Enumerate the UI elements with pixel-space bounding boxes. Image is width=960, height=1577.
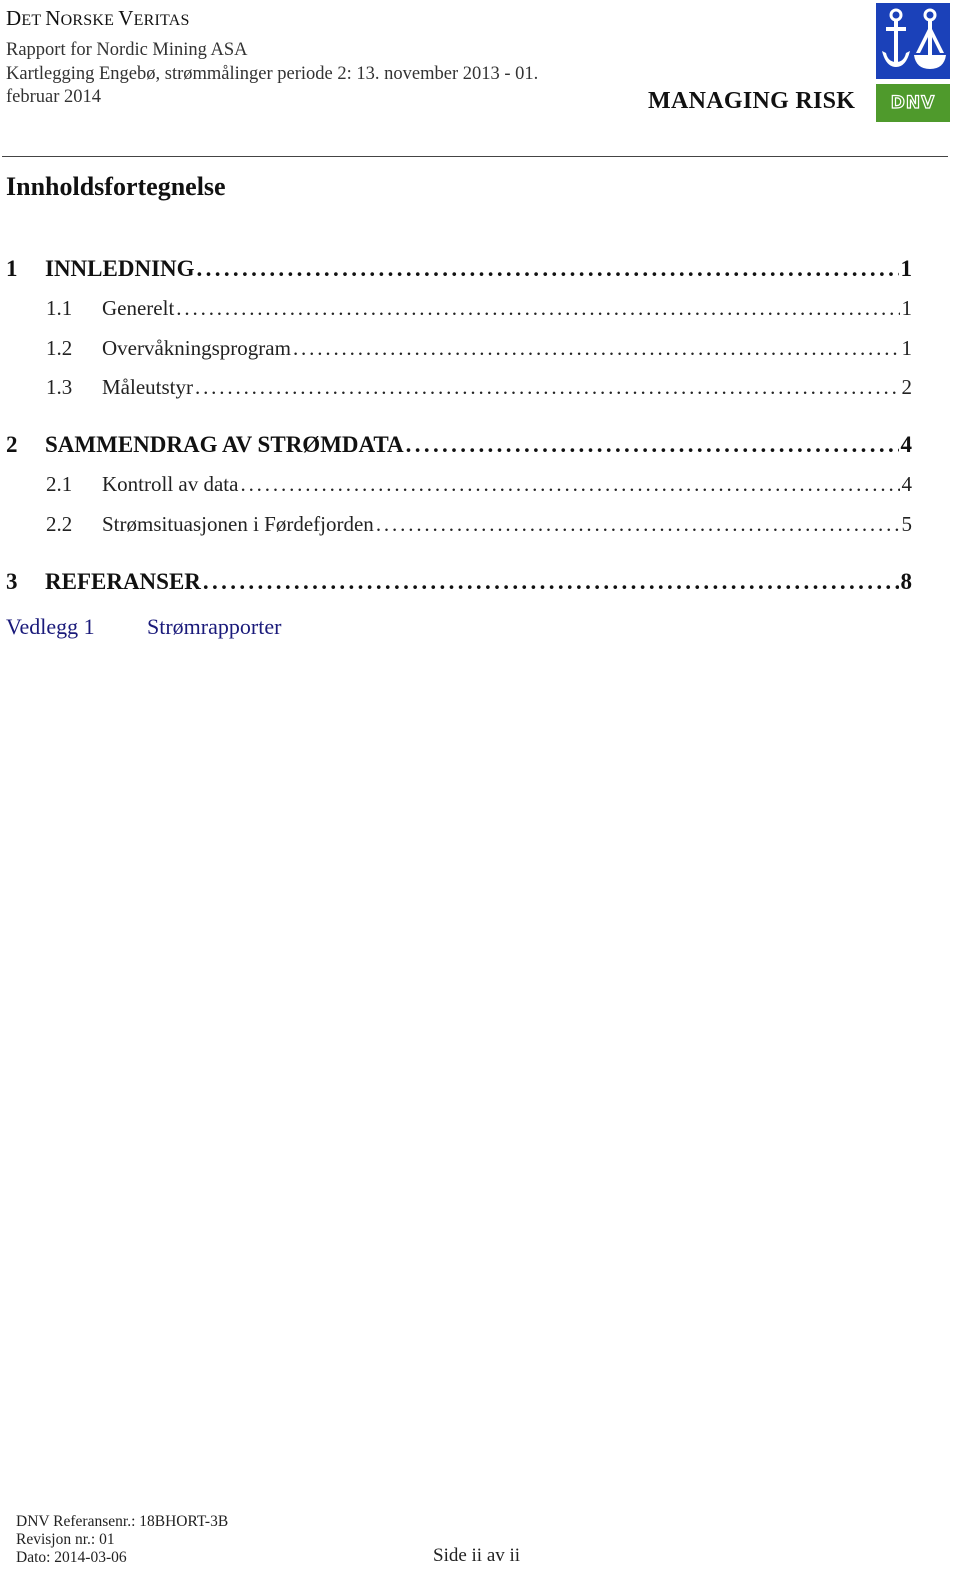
toc-entry[interactable]: 2.2 Strømsituasjonen i Førdefjorden 5 [0, 512, 912, 542]
toc-entry-label: REFERANSER [45, 569, 201, 594]
toc-entry[interactable]: 1.1 Generelt 1 [0, 296, 912, 326]
toc-entry-label: Strømsituasjonen i Førdefjorden [102, 512, 374, 536]
report-title-line1: Kartlegging Engebø, strømmålinger period… [6, 64, 539, 84]
toc-entry-label: Måleutstyr [102, 375, 193, 399]
toc-entry-page: 4 [900, 432, 913, 457]
report-title-line2: februar 2014 [6, 87, 102, 107]
toc-entry-label: Overvåkningsprogram [102, 336, 291, 360]
toc-entry-number: 1.2 [46, 336, 73, 360]
company-name-initial: D [6, 6, 22, 30]
toc-entry[interactable]: 1 INNLEDNING 1 [0, 256, 912, 286]
toc-entry-label: Kontroll av data [102, 472, 239, 496]
toc-entry[interactable]: 3 REFERANSER 8 [0, 569, 912, 599]
toc-title: Innholdsfortegnelse [6, 172, 226, 201]
toc-leader-dots [195, 375, 900, 400]
toc-entry-page: 1 [900, 256, 913, 281]
toc-entry-page: 4 [901, 472, 913, 496]
toc-leader-dots [406, 432, 899, 458]
company-name-part: ET [21, 12, 46, 29]
company-name-part: ERITAS [133, 12, 190, 29]
toc-entry-number: 2.1 [46, 472, 73, 496]
company-name: DET NORSKE VERITAS [6, 6, 190, 31]
toc-entry-label: INNLEDNING [45, 256, 195, 281]
toc-entry-label: SAMMENDRAG AV STRØMDATA [45, 432, 404, 457]
company-name-part: ORSKE [60, 12, 119, 29]
report-for: Rapport for Nordic Mining ASA [6, 40, 248, 60]
toc-entry-number: 1.1 [46, 296, 73, 320]
toc-entry-page: 1 [901, 336, 913, 360]
toc-entry[interactable]: 2.1 Kontroll av data 4 [0, 472, 912, 502]
footer-reference: DNV Referansenr.: 18BHORT-3B [16, 1513, 229, 1530]
toc-entry-page: 8 [900, 569, 913, 594]
footer-revision: Revisjon nr.: 01 [16, 1531, 115, 1548]
toc-entry-number: 3 [6, 569, 18, 594]
toc-entry-number: 2 [6, 432, 18, 457]
toc-entry-page: 5 [901, 512, 913, 536]
toc-entry[interactable]: 1.2 Overvåkningsprogram 1 [0, 336, 912, 366]
company-name-initial: V [118, 6, 134, 30]
dnv-logo-text: DNV [890, 92, 936, 113]
toc-leader-dots [376, 512, 900, 537]
toc-entry-number: 2.2 [46, 512, 73, 536]
toc-entry[interactable]: 2 SAMMENDRAG AV STRØMDATA 4 [0, 432, 912, 462]
toc-leader-dots [176, 296, 899, 321]
dnv-logo-emblem [876, 3, 950, 79]
toc-leader-dots [293, 336, 900, 361]
page-indicator: Side ii av ii [433, 1545, 521, 1566]
slogan: MANAGING RISK [648, 88, 856, 114]
company-name-initial: N [45, 6, 61, 30]
toc-entry-number: 1 [6, 256, 18, 281]
header-divider [2, 156, 948, 157]
toc-entry-number: 1.3 [46, 375, 73, 399]
appendix-title[interactable]: Strømrapporter [147, 614, 281, 640]
toc-leader-dots [197, 256, 899, 282]
toc-leader-dots [203, 569, 899, 595]
appendix-label[interactable]: Vedlegg 1 [6, 614, 95, 640]
toc-entry-label: Generelt [102, 296, 175, 320]
dnv-logo-wordmark: DNV [876, 84, 950, 122]
toc-leader-dots [240, 472, 899, 497]
toc-entry[interactable]: 1.3 Måleutstyr 2 [0, 375, 912, 405]
anchor-scales-icon [882, 8, 946, 69]
footer-date: Dato: 2014-03-06 [16, 1549, 127, 1566]
toc-entry-page: 1 [901, 296, 913, 320]
toc-entry-page: 2 [901, 375, 913, 399]
